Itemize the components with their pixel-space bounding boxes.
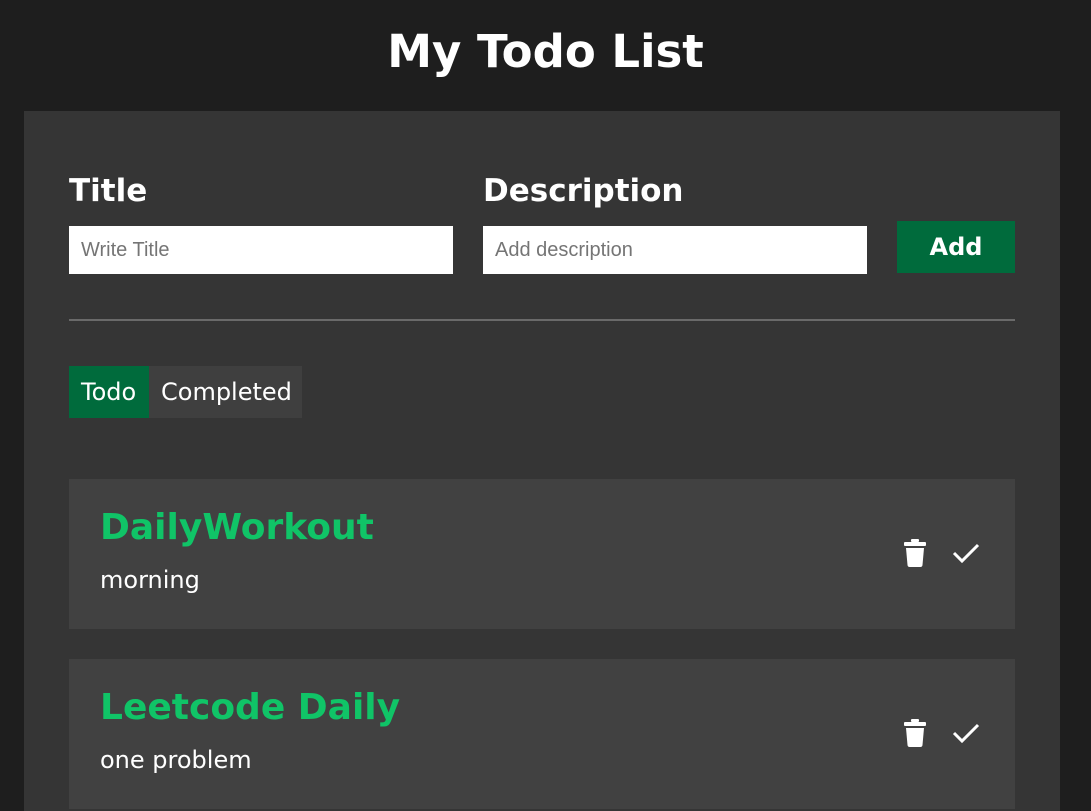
description-label: Description <box>483 173 684 209</box>
todo-description: one problem <box>100 746 252 774</box>
todo-item: Leetcode Daily one problem <box>69 659 1015 809</box>
title-input[interactable] <box>69 226 453 274</box>
page-title: My Todo List <box>387 25 704 78</box>
divider <box>69 319 1015 321</box>
title-label: Title <box>69 173 148 209</box>
todo-item: DailyWorkout morning <box>69 479 1015 629</box>
description-input[interactable] <box>483 226 867 274</box>
todo-title: Leetcode Daily <box>100 687 401 728</box>
todo-title: DailyWorkout <box>100 507 374 548</box>
add-button[interactable]: Add <box>897 221 1015 273</box>
check-icon[interactable] <box>950 537 982 569</box>
trash-icon[interactable] <box>899 717 931 749</box>
todo-description: morning <box>100 566 200 594</box>
tab-todo[interactable]: Todo <box>69 366 149 418</box>
check-icon[interactable] <box>950 717 982 749</box>
todo-wrapper: Title Description Add Todo Completed Dai… <box>24 111 1060 811</box>
trash-icon[interactable] <box>899 537 931 569</box>
tab-completed[interactable]: Completed <box>149 366 302 418</box>
